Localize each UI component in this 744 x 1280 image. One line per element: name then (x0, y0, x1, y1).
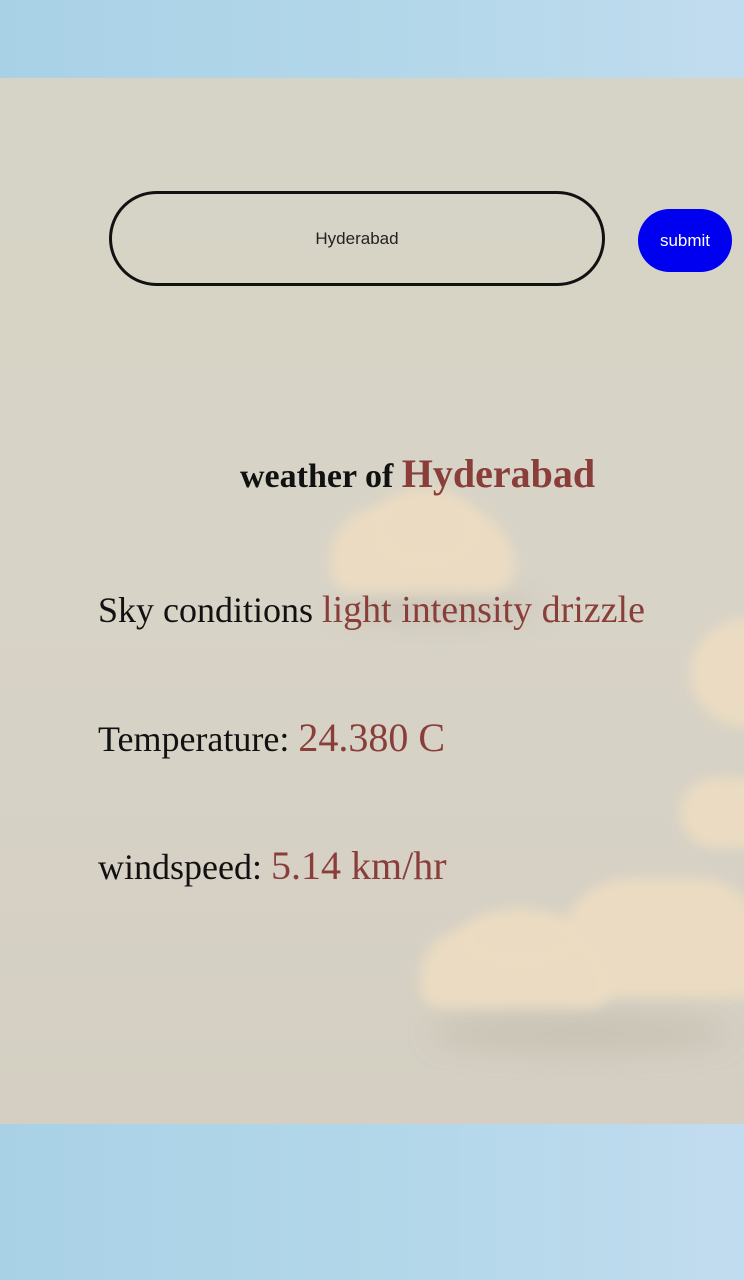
heading-prefix: weather of (240, 458, 394, 495)
windspeed-value: 5.14 km/hr (270, 843, 447, 888)
windspeed-row: windspeed: 5.14 km/hr (98, 842, 447, 889)
cloud-shadow (430, 1013, 730, 1053)
cloud-decoration (680, 778, 744, 848)
cloud-decoration (460, 908, 580, 968)
temperature-value: 24.380 C (298, 715, 446, 760)
cloud-decoration (690, 618, 744, 728)
weather-card: Hyderabad submit weather of Hyderabad Sk… (0, 78, 744, 1124)
city-search-value: Hyderabad (315, 228, 399, 248)
temperature-label: Temperature: (98, 719, 290, 759)
temperature-row: Temperature: 24.380 C (98, 714, 445, 761)
sky-conditions-label: Sky conditions (98, 590, 314, 630)
submit-button[interactable]: submit (638, 209, 732, 272)
city-search-input[interactable]: Hyderabad (109, 191, 605, 286)
sky-conditions-value: light intensity drizzle (322, 589, 645, 631)
cloud-decoration (370, 488, 480, 568)
windspeed-label: windspeed: (98, 847, 262, 887)
heading-city: Hyderabad (401, 451, 596, 496)
sky-conditions-row: Sky conditions light intensity drizzle (98, 588, 645, 632)
weather-heading: weather of Hyderabad (240, 450, 595, 497)
